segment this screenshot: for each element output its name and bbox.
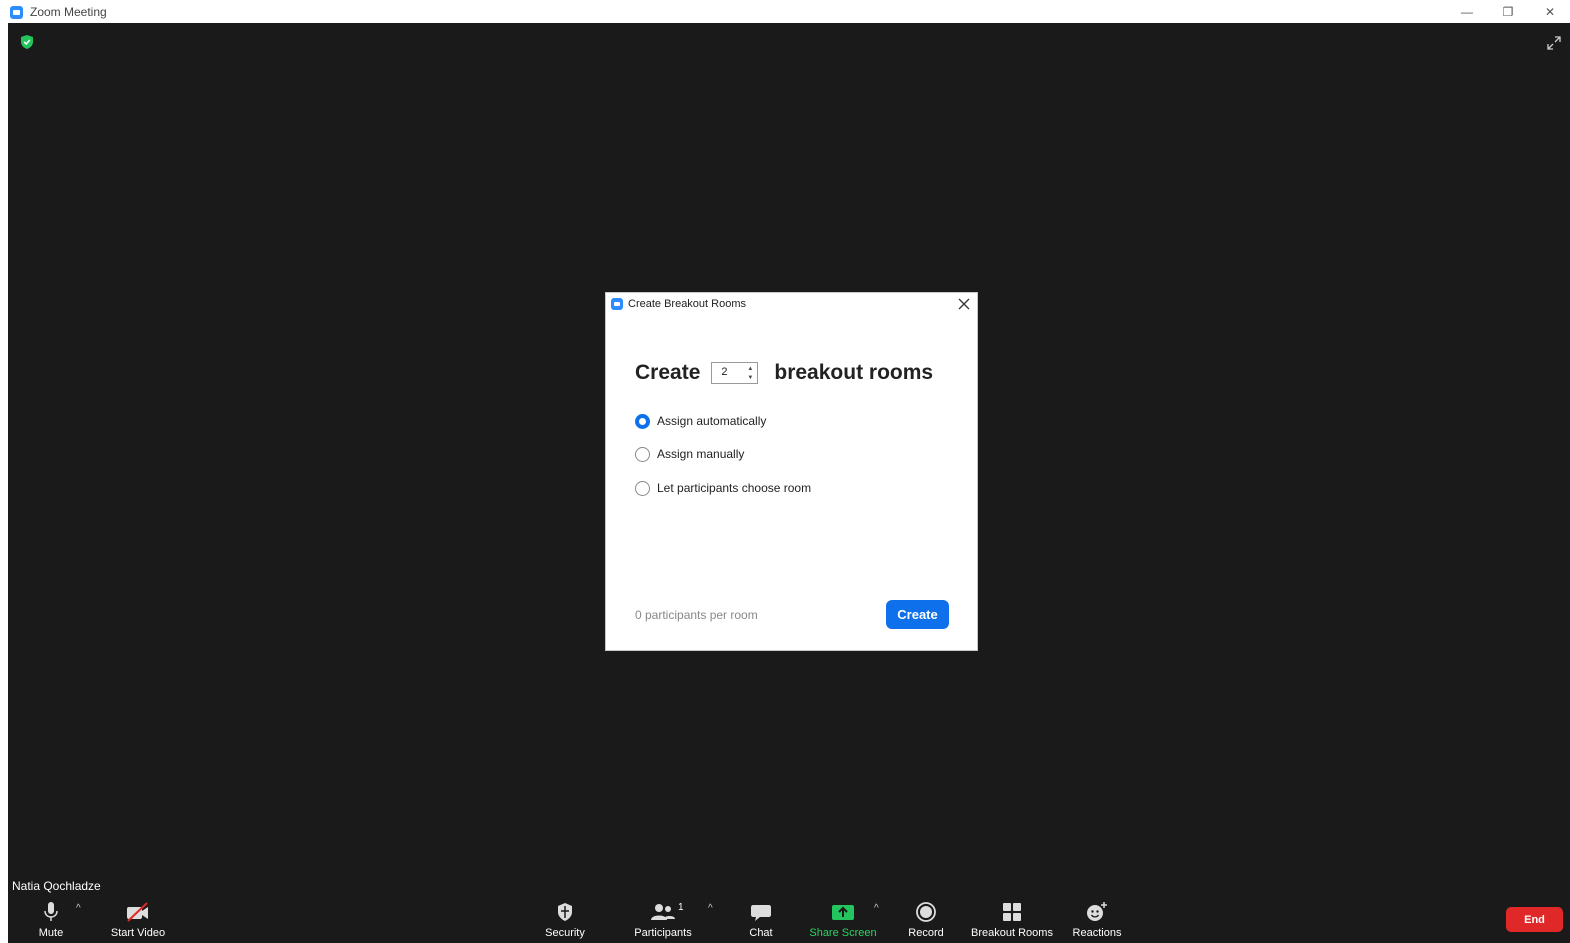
audio-options-caret-icon[interactable]: ^ (76, 903, 81, 914)
stepper-down-icon[interactable]: ▼ (747, 375, 753, 381)
option-assign-automatically[interactable]: Assign automatically (635, 412, 766, 430)
option-let-participants-choose[interactable]: Let participants choose room (635, 479, 811, 497)
meeting-area: Create Breakout Rooms Create 2 ▲ ▼ break… (8, 23, 1570, 943)
close-window-button[interactable]: ✕ (1530, 0, 1570, 23)
radio-button[interactable] (635, 446, 650, 462)
record-label: Record (908, 927, 944, 939)
room-count-row: Create 2 ▲ ▼ breakout rooms (635, 359, 933, 387)
security-shield-icon (558, 903, 572, 921)
room-count-value[interactable]: 2 (721, 366, 727, 378)
restore-button[interactable]: ❐ (1488, 0, 1528, 23)
room-count-stepper[interactable]: 2 ▲ ▼ (711, 362, 759, 384)
reactions-button[interactable]: Reactions (1072, 895, 1122, 943)
minimize-button[interactable]: — (1447, 0, 1487, 23)
breakout-rooms-label: Breakout Rooms (971, 927, 1053, 939)
chat-bubble-icon (751, 905, 771, 921)
share-options-caret-icon[interactable]: ^ (874, 903, 879, 914)
option-assign-manually[interactable]: Assign manually (635, 445, 744, 463)
dialog-title: Create Breakout Rooms (628, 298, 746, 310)
start-video-button[interactable]: Start Video (108, 895, 168, 943)
option-label: Let participants choose room (657, 481, 812, 495)
option-label: Assign automatically (657, 414, 767, 428)
end-meeting-button[interactable]: End (1506, 907, 1563, 932)
create-button[interactable]: Create (886, 600, 949, 629)
reactions-icon (1087, 902, 1107, 921)
create-suffix-label: breakout rooms (774, 361, 934, 384)
breakout-rooms-icon (1003, 903, 1021, 921)
create-prefix-label: Create (635, 361, 701, 384)
stepper-up-icon[interactable]: ▲ (747, 366, 753, 372)
start-video-label: Start Video (110, 927, 166, 939)
share-screen-button[interactable]: Share Screen (808, 895, 878, 943)
participant-count-badge: 1 (678, 902, 684, 913)
share-screen-icon (832, 905, 854, 920)
share-screen-label: Share Screen (809, 927, 877, 939)
option-label: Assign manually (657, 447, 745, 461)
participants-options-caret-icon[interactable]: ^ (708, 903, 713, 914)
security-button[interactable]: Security (542, 895, 588, 943)
encryption-shield-icon[interactable] (20, 35, 34, 49)
record-button[interactable]: Record (906, 895, 946, 943)
title-bar: Zoom Meeting — ❐ ✕ (0, 0, 1570, 23)
participants-label: Participants (634, 927, 692, 939)
close-icon[interactable] (956, 296, 972, 312)
chat-button[interactable]: Chat (746, 895, 776, 943)
participants-icon (651, 904, 675, 920)
participants-per-room-text: 0 participants per room (635, 608, 758, 622)
window-title: Zoom Meeting (30, 5, 107, 19)
participants-button[interactable]: Participants (633, 895, 693, 943)
security-label: Security (545, 927, 585, 939)
microphone-icon (44, 902, 58, 921)
zoom-app-icon (611, 298, 623, 310)
record-icon (916, 902, 936, 922)
meeting-toolbar: Mute ^ Start Video Security Participants… (8, 895, 1570, 943)
chat-label: Chat (749, 927, 773, 939)
radio-button[interactable] (635, 480, 650, 496)
fullscreen-icon[interactable] (1546, 35, 1562, 51)
reactions-label: Reactions (1072, 927, 1122, 939)
radio-button[interactable] (635, 413, 650, 429)
create-breakout-rooms-dialog: Create Breakout Rooms Create 2 ▲ ▼ break… (605, 292, 978, 651)
mute-button[interactable]: Mute (33, 895, 69, 943)
participant-name-tag: Natia Qochladze (8, 877, 105, 895)
video-off-icon (127, 902, 148, 922)
breakout-rooms-button[interactable]: Breakout Rooms (971, 895, 1053, 943)
zoom-app-icon (10, 6, 23, 19)
mute-label: Mute (38, 927, 64, 939)
